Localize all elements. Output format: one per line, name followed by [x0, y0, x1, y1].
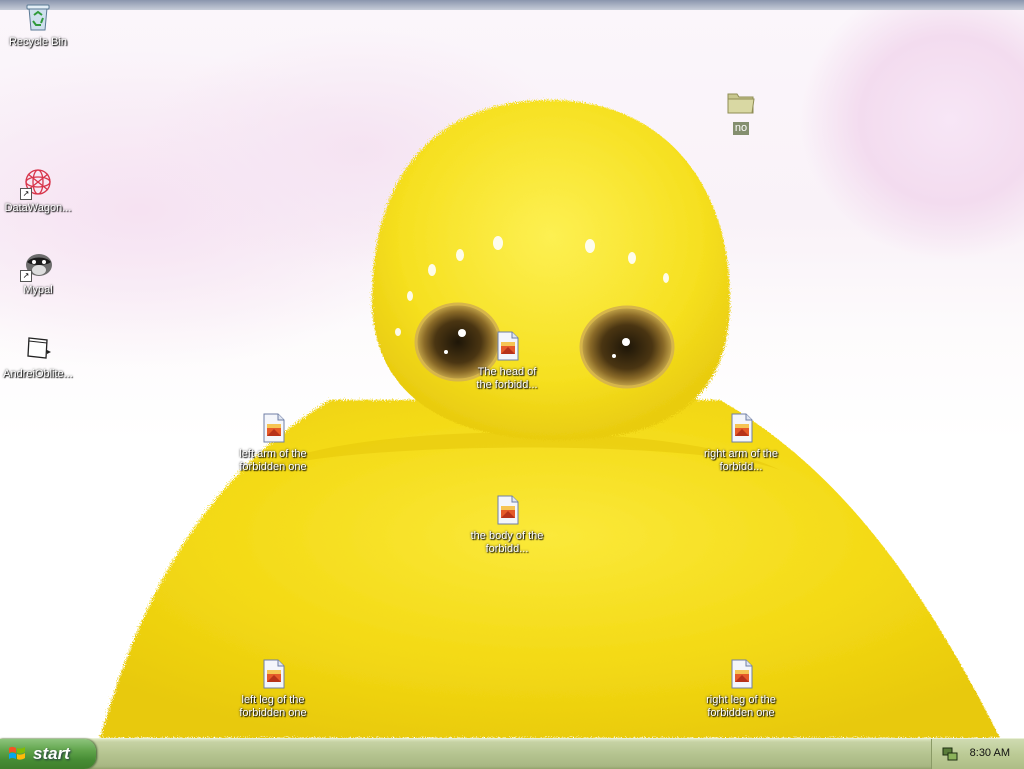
- start-button[interactable]: start: [0, 739, 96, 769]
- desktop-icon-right-leg-file[interactable]: right leg of the forbidden one: [703, 658, 779, 720]
- icon-label: The head of the forbidd...: [476, 366, 538, 391]
- clock[interactable]: 8:30 AM: [970, 747, 1010, 759]
- shortcut-arrow-icon: ↗: [20, 270, 32, 282]
- recycle-bin-icon: [22, 0, 54, 32]
- taskbar[interactable]: start 8:30 AM: [0, 738, 1024, 769]
- icon-label: left leg of the forbidden one: [239, 694, 307, 719]
- folder-icon: [725, 86, 757, 118]
- top-edge-strip: [0, 0, 1024, 10]
- image-file-icon: [725, 412, 757, 444]
- desktop-icon-folder-no[interactable]: no: [703, 86, 779, 136]
- icon-label: Mypal: [23, 284, 53, 296]
- image-file-icon: [257, 658, 289, 690]
- desktop-icon-andreioblite[interactable]: AndreiOblite...: [0, 332, 76, 381]
- image-file-icon: [491, 494, 523, 526]
- desktop-icon-body-file[interactable]: the body of the forbidd...: [469, 494, 545, 556]
- desktop-icon-datawagon[interactable]: ↗ DataWagon...: [0, 166, 76, 215]
- icon-label: the body of the forbidd...: [470, 530, 544, 555]
- mypal-icon: ↗: [20, 248, 54, 282]
- start-label: start: [33, 744, 70, 763]
- system-tray: 8:30 AM: [931, 739, 1024, 769]
- icon-label: DataWagon...: [4, 202, 72, 214]
- datawagon-icon: ↗: [20, 166, 54, 200]
- desktop-icon-right-arm-file[interactable]: right arm of the forbidd...: [703, 412, 779, 474]
- window-shortcut-icon: [22, 332, 54, 364]
- icon-label: Recycle Bin: [8, 36, 68, 48]
- desktop-icon-left-leg-file[interactable]: left leg of the forbidden one: [235, 658, 311, 720]
- desktop[interactable]: Recycle Bin ↗ DataWagon... ↗ Mypal Andre…: [0, 0, 1024, 738]
- desktop-icon-mypal[interactable]: ↗ Mypal: [0, 248, 76, 297]
- icon-label: left arm of the forbidden one: [239, 448, 307, 473]
- shortcut-arrow-icon: ↗: [20, 188, 32, 200]
- icon-label: AndreiOblite...: [3, 368, 73, 380]
- windows-logo-icon: [9, 746, 25, 760]
- icon-label: no: [732, 122, 750, 135]
- desktop-icon-recycle-bin[interactable]: Recycle Bin: [0, 0, 76, 49]
- image-file-icon: [491, 330, 523, 362]
- image-file-icon: [725, 658, 757, 690]
- icon-label: right leg of the forbidden one: [706, 694, 776, 719]
- network-icon[interactable]: [942, 746, 958, 762]
- desktop-icon-left-arm-file[interactable]: left arm of the forbidden one: [235, 412, 311, 474]
- icon-label: right arm of the forbidd...: [704, 448, 778, 473]
- image-file-icon: [257, 412, 289, 444]
- desktop-icon-head-file[interactable]: The head of the forbidd...: [469, 330, 545, 392]
